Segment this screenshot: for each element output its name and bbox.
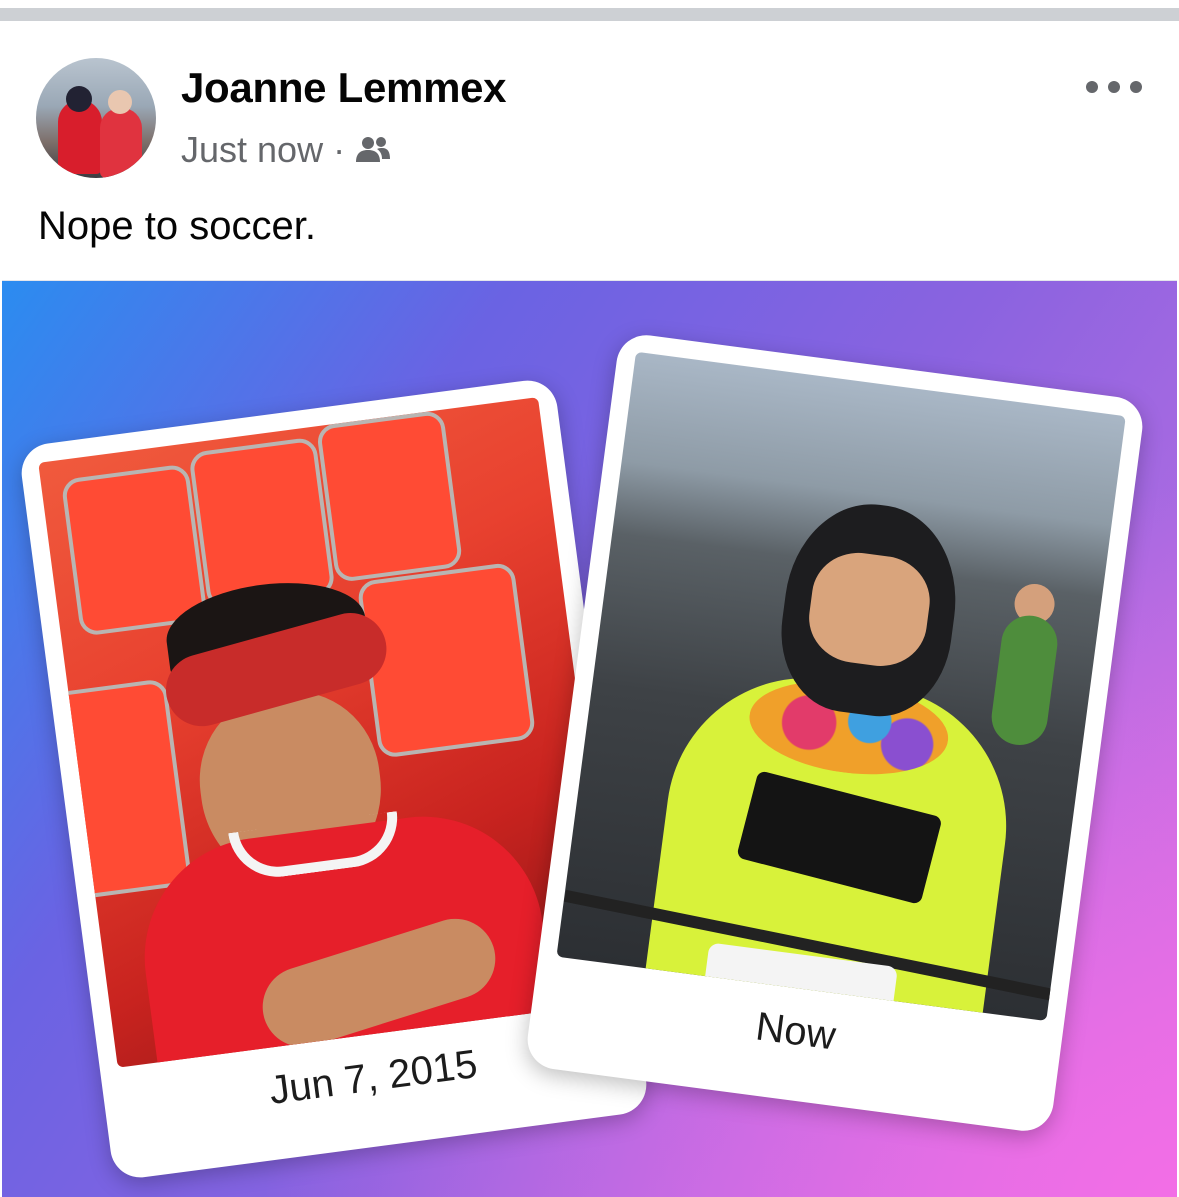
post-timestamp[interactable]: Just now xyxy=(181,129,323,171)
post-meta: Just now · xyxy=(181,128,391,172)
childhood-soccer-photo xyxy=(38,397,618,1068)
meta-separator: · xyxy=(333,129,346,170)
feed-divider xyxy=(0,8,1179,21)
post-text: Nope to soccer. xyxy=(38,204,316,248)
more-options-icon[interactable] xyxy=(1086,72,1142,102)
author-avatar[interactable] xyxy=(36,58,156,178)
friends-icon[interactable] xyxy=(355,134,391,166)
facebook-post: Joanne Lemmex Just now · Nope to soccer. xyxy=(0,0,1179,1197)
memory-collage[interactable]: Jun 7, 2015 Now xyxy=(2,280,1177,1197)
memory-card-now: Now xyxy=(523,331,1147,1135)
author-name[interactable]: Joanne Lemmex xyxy=(181,64,507,112)
bmx-rider-photo xyxy=(556,351,1126,1022)
